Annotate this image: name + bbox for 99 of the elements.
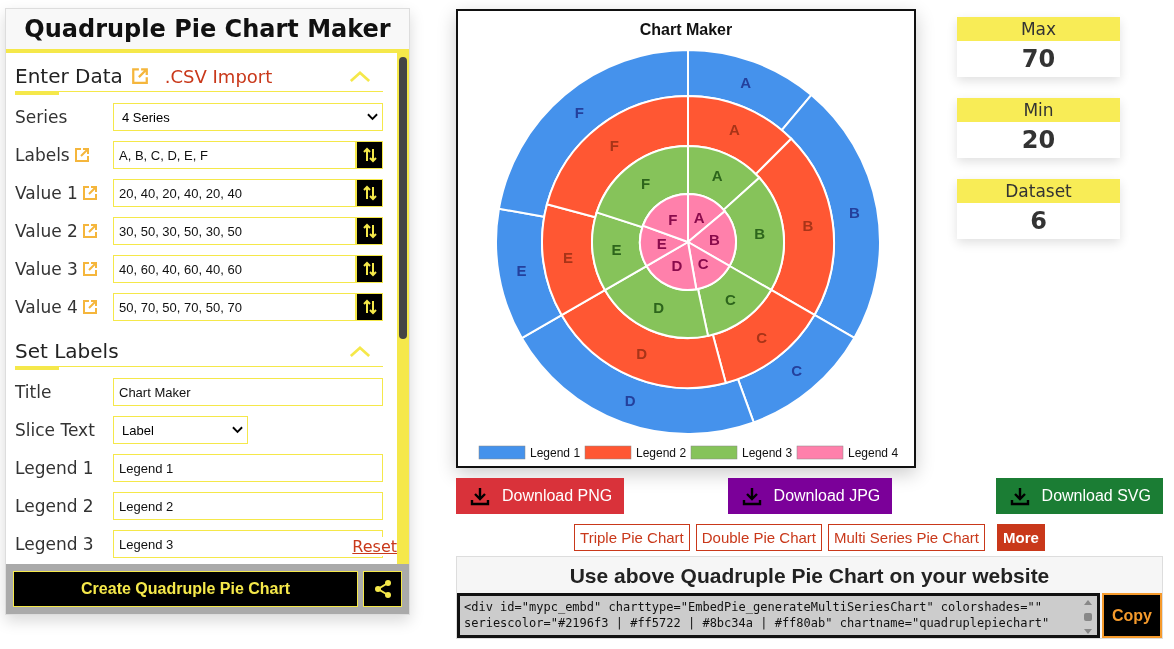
slice-label: F <box>609 137 619 154</box>
external-link-icon[interactable] <box>81 261 98 277</box>
csv-import-link[interactable]: .CSV Import <box>164 65 273 87</box>
embed-title: Use above Quadruple Pie Chart on your website <box>568 563 1051 589</box>
slice-label: A <box>740 74 752 92</box>
input-field[interactable]: 50, 70, 50, 70, 50, 70 <box>113 293 356 321</box>
field-label: Value 1 <box>15 183 78 203</box>
create-chart-button[interactable]: Create Quadruple Pie Chart <box>13 571 359 607</box>
input-field[interactable]: 30, 50, 30, 50, 30, 50 <box>113 217 356 245</box>
legend-label: Legend 4 <box>848 446 899 460</box>
external-link-icon[interactable] <box>81 299 98 315</box>
stat-label: Min <box>957 98 1120 122</box>
input-field[interactable]: Legend 2 <box>113 492 383 520</box>
external-link-icon[interactable] <box>73 147 90 163</box>
slice-label: D <box>636 344 648 362</box>
related-chart-link[interactable]: Multi Series Pie Chart <box>828 524 986 551</box>
download-button[interactable]: Download JPG <box>727 478 893 514</box>
scrollbar-thumb[interactable] <box>399 57 407 339</box>
field-label: Legend 1 <box>15 458 94 478</box>
slice-label: B <box>708 230 720 248</box>
share-button[interactable] <box>363 571 402 607</box>
slice-label: B <box>802 217 814 235</box>
section-title: Set Labels <box>15 339 119 363</box>
slice-label: F <box>574 103 584 121</box>
download-button[interactable]: Download PNG <box>456 478 625 514</box>
field-label: Legend 3 <box>15 534 94 554</box>
chart-title: Chart Maker <box>639 21 733 38</box>
slice-label: E <box>563 248 574 266</box>
download-button[interactable]: Download SVG <box>995 478 1163 514</box>
legend-label: Legend 2 <box>636 446 687 460</box>
legend-label: Legend 3 <box>742 446 793 460</box>
slice-label: D <box>624 391 636 409</box>
stat-label: Dataset <box>957 179 1120 203</box>
swap-button[interactable] <box>356 179 383 207</box>
field-label: Title <box>15 382 52 402</box>
field-label: Series <box>15 107 68 127</box>
embed-code-field[interactable]: <div id="mypc_embd" charttype="EmbedPie_generateMultiSeriesChart" colorshades="" seriescolor="#2196f3 | #ff5722 | #8bc34a | #ff80ab" chartname="quadruplepiechart" <box>457 593 1100 638</box>
swap-button[interactable] <box>356 217 383 245</box>
external-link-icon[interactable] <box>81 185 98 201</box>
stat-value: 6 <box>1029 206 1048 237</box>
swap-button[interactable] <box>356 141 383 169</box>
input-field[interactable]: 40, 60, 40, 60, 40, 60 <box>113 255 356 283</box>
field-label: Labels <box>15 145 70 165</box>
slice-label: C <box>724 291 736 309</box>
section-header[interactable]: Set Labels <box>15 336 383 367</box>
panel-title: Quadruple Pie Chart Maker <box>6 9 409 53</box>
slice-label: F <box>668 211 678 229</box>
swap-icon <box>361 147 378 163</box>
download-icon <box>470 486 490 506</box>
slice-label: F <box>641 174 651 192</box>
section-header[interactable]: Enter Data .CSV Import <box>15 61 383 92</box>
input-field[interactable]: Chart Maker <box>113 378 383 406</box>
more-button[interactable]: More <box>997 524 1045 551</box>
slice-label: B <box>754 225 766 243</box>
field-label: Legend 2 <box>15 496 94 516</box>
slice-label: A <box>693 209 705 227</box>
slice-label: C <box>791 362 803 380</box>
field-label: Value 2 <box>15 221 78 241</box>
share-icon <box>372 579 393 599</box>
section-title: Enter Data <box>15 64 123 88</box>
related-chart-link[interactable]: Triple Pie Chart <box>574 524 690 551</box>
slice-label: C <box>697 254 709 272</box>
chevron-down-icon <box>232 426 243 434</box>
external-link-icon[interactable] <box>130 67 149 85</box>
field-label: Slice Text <box>15 420 95 440</box>
stat-value: 20 <box>1020 125 1057 156</box>
swap-icon <box>361 299 378 315</box>
slice-label: D <box>653 298 665 316</box>
slice-label: D <box>671 256 683 274</box>
dropdown[interactable]: 4 Series <box>113 103 383 131</box>
swap-icon <box>361 261 378 277</box>
stat-label: Max <box>957 17 1120 41</box>
download-icon <box>1009 486 1030 506</box>
slice-label: A <box>711 167 723 185</box>
slice-label: C <box>756 329 768 346</box>
swap-button[interactable] <box>356 255 383 283</box>
legend-label: Legend 1 <box>530 446 581 460</box>
field-label: Value 4 <box>15 297 78 317</box>
input-field[interactable]: Legend 1 <box>113 454 383 482</box>
chevron-down-icon <box>367 113 378 121</box>
slice-label: E <box>611 240 622 258</box>
related-chart-link[interactable]: Double Pie Chart <box>695 524 822 551</box>
download-icon <box>741 486 762 506</box>
slice-label: A <box>728 121 740 139</box>
field-label: Value 3 <box>15 259 78 279</box>
dropdown[interactable]: Label <box>113 416 248 444</box>
stat-value: 70 <box>1020 44 1057 75</box>
slice-label: E <box>656 235 667 253</box>
input-field[interactable]: A, B, C, D, E, F <box>113 141 356 169</box>
slice-label: B <box>849 203 860 221</box>
copy-button[interactable]: Copy <box>1102 593 1162 638</box>
chevron-up-icon[interactable] <box>349 69 371 83</box>
swap-icon <box>361 185 378 201</box>
slice-label: E <box>516 262 527 280</box>
swap-icon <box>361 223 378 239</box>
swap-button[interactable] <box>356 293 383 321</box>
chevron-up-icon[interactable] <box>349 344 371 358</box>
input-field[interactable]: 20, 40, 20, 40, 20, 40 <box>113 179 356 207</box>
external-link-icon[interactable] <box>81 223 98 239</box>
